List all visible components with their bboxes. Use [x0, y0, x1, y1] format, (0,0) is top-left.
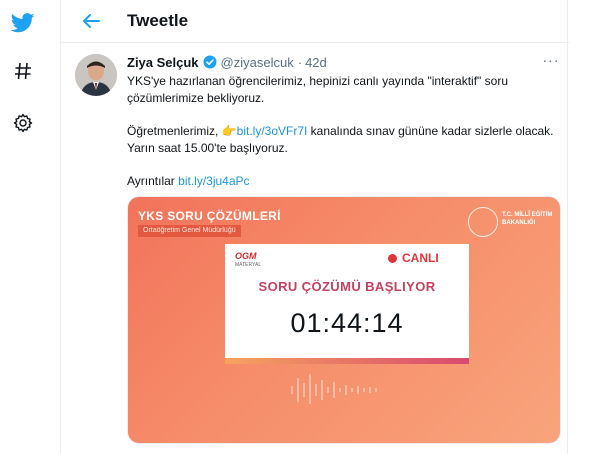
verified-badge-icon: [203, 55, 217, 69]
hashtag-icon[interactable]: [10, 58, 36, 84]
ministry-line-1: T.C. MİLLÎ EĞİTİM: [502, 212, 553, 218]
ogm-logo-subtitle: MATERYAL: [235, 262, 262, 268]
avatar[interactable]: [75, 54, 117, 96]
twitter-bird-icon[interactable]: [10, 10, 36, 36]
details-link[interactable]: bit.ly/3ju4aPc: [178, 174, 249, 188]
tweet-paragraph-1: YKS'ye hazırlanan öğrencilerimiz, hepini…: [127, 74, 508, 105]
tweet-media-image[interactable]: YKS SORU ÇÖZÜMLERİ Ortaöğretim Genel Müd…: [127, 196, 561, 444]
separator-dot: ·: [297, 54, 303, 70]
author-name[interactable]: Ziya Selçuk: [127, 55, 199, 70]
ministry-line-2: BAKANLIĞI: [502, 220, 536, 226]
channel-link[interactable]: bit.ly/3oVFr7I: [237, 124, 308, 138]
gear-icon[interactable]: [10, 110, 36, 136]
tweet-paragraph-3: Ayrıntılar bit.ly/3ju4aPc: [127, 173, 557, 190]
media-title: YKS SORU ÇÖZÜMLERİ: [138, 209, 281, 223]
pointing-hand-icon: 👉: [221, 124, 237, 138]
ogm-logo: OGM: [235, 251, 257, 261]
audio-waveform-icon: [291, 374, 377, 404]
author-handle[interactable]: @ziyaselcuk: [221, 55, 294, 70]
tweet-author-row: Ziya Selçuk @ziyaselcuk · 42d: [127, 54, 327, 70]
ministry-seal-icon: [468, 207, 498, 237]
page-header: Tweetle: [61, 0, 569, 43]
tweet-age[interactable]: 42d: [305, 55, 327, 70]
card-bottom-stripe: [225, 358, 469, 364]
card-heading: SORU ÇÖZÜMÜ BAŞLIYOR: [258, 279, 436, 294]
countdown-card: OGM MATERYAL CANLI SORU ÇÖZÜMÜ BAŞLIYOR …: [225, 244, 469, 364]
paragraph-2-start: Öğretmenlerimiz,: [127, 124, 222, 138]
tweet-text: YKS'ye hazırlanan öğrencilerimiz, hepini…: [127, 73, 557, 190]
live-dot-icon: [388, 254, 397, 263]
live-label: CANLI: [402, 251, 439, 265]
arrow-left-icon[interactable]: [79, 9, 103, 33]
countdown-timer: 01:44:14: [290, 308, 404, 338]
more-icon[interactable]: ···: [541, 50, 561, 70]
tweet[interactable]: Ziya Selçuk @ziyaselcuk · 42d ··· YKS'ye…: [61, 44, 569, 454]
media-subtitle: Ortaöğretim Genel Müdürlüğü: [138, 225, 241, 237]
paragraph-3-start: Ayrıntılar: [127, 174, 179, 188]
tweet-paragraph-2: Öğretmenlerimiz, 👉bit.ly/3oVFr7I kanalın…: [127, 123, 557, 157]
page-title: Tweetle: [127, 11, 189, 30]
ministry-name: T.C. MİLLÎ EĞİTİM BAKANLIĞI: [502, 211, 556, 227]
left-nav-rail: [0, 0, 50, 454]
main-column: Tweetle Ziya Selçuk @ziyaselcuk · 42d ··…: [60, 0, 569, 454]
